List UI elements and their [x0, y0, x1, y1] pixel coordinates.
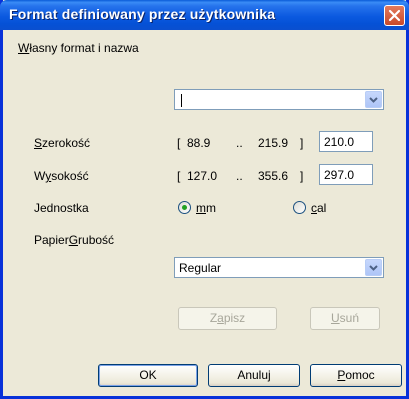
format-name-combo[interactable]	[174, 89, 384, 110]
height-max: 355.6	[258, 169, 289, 183]
close-button[interactable]	[384, 5, 405, 26]
width-min: 88.9	[187, 136, 211, 150]
chevron-down-icon	[369, 97, 378, 103]
height-input[interactable]: 297.0	[319, 164, 373, 185]
unit-cal-label[interactable]: cal	[311, 201, 326, 215]
height-range-sep: ..	[236, 169, 243, 183]
dropdown-button[interactable]	[365, 91, 382, 108]
radio-selected-dot	[182, 205, 187, 210]
unit-cal-radio[interactable]	[293, 201, 306, 214]
width-input[interactable]: 210.0	[319, 131, 373, 152]
help-button[interactable]: Pomoc	[310, 364, 402, 387]
close-icon	[388, 9, 401, 22]
ok-button[interactable]: OK	[98, 364, 198, 387]
dropdown-button[interactable]	[365, 259, 382, 276]
chevron-down-icon	[369, 265, 378, 271]
width-label: Szerokość	[34, 136, 91, 150]
width-range-close: ]	[300, 136, 304, 150]
unit-mm-label[interactable]: mm	[196, 201, 216, 215]
width-range-open: [	[177, 136, 181, 150]
height-min: 127.0	[187, 169, 218, 183]
delete-button[interactable]: Usuń	[310, 307, 380, 330]
height-range-open: [	[177, 169, 181, 183]
unit-mm-radio[interactable]	[178, 201, 191, 214]
height-range-close: ]	[300, 169, 304, 183]
title-bar[interactable]: Format definiowany przez użytkownika	[0, 0, 409, 30]
height-label: Wysokość	[34, 169, 89, 183]
width-range-sep: ..	[236, 136, 243, 150]
width-max: 215.9	[258, 136, 289, 150]
text-caret	[181, 94, 182, 107]
custom-format-label: Własny format i nazwa	[18, 41, 139, 55]
save-button[interactable]: Zapisz	[178, 307, 277, 330]
paper-thickness-combo[interactable]: Regular	[174, 257, 384, 278]
cancel-button[interactable]: Anuluj	[208, 364, 300, 387]
paper-thickness-label: PapierGrubość	[34, 233, 115, 247]
window-title: Format definiowany przez użytkownika	[9, 6, 276, 22]
format-dialog: Format definiowany przez użytkownika Wła…	[0, 0, 409, 399]
unit-label: Jednostka	[34, 201, 89, 215]
